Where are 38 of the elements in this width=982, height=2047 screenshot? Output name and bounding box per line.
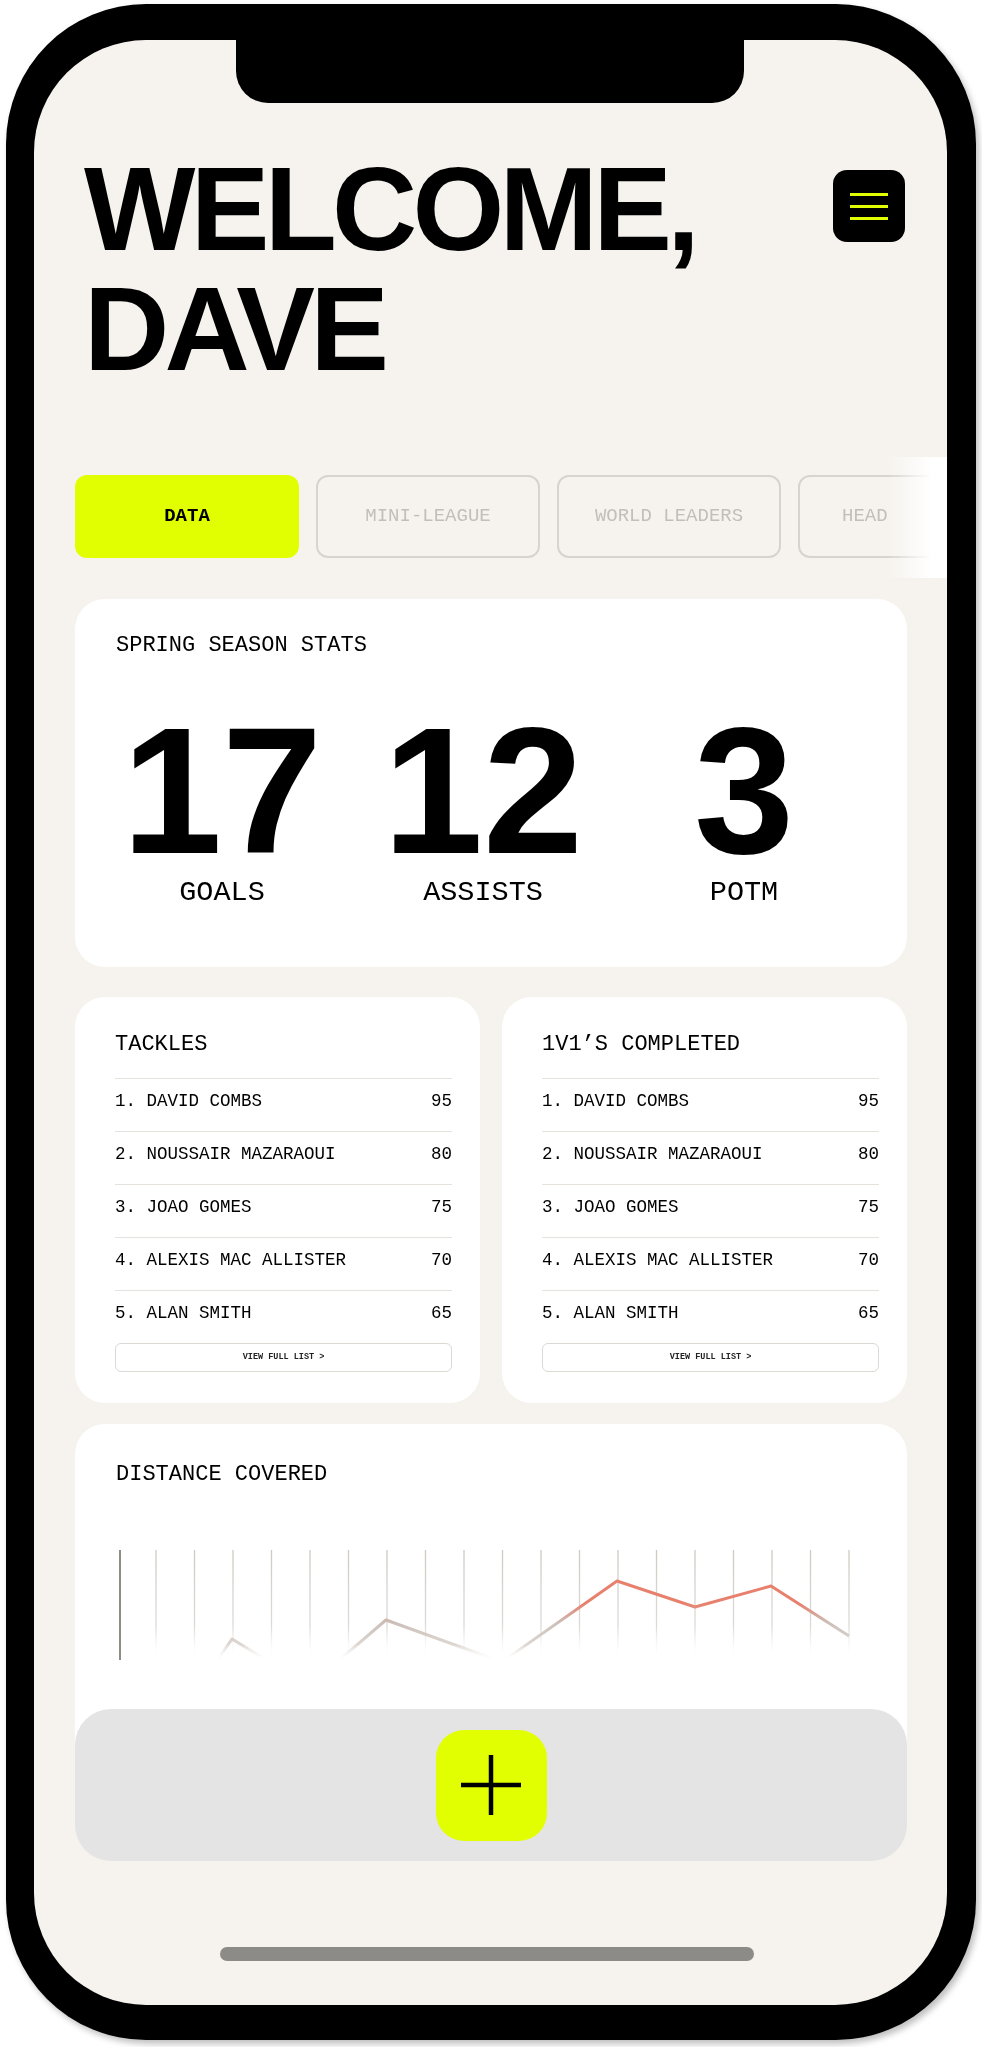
stat-label: POTM [709,877,779,909]
player-name: 3. JOAO GOMES [542,1195,679,1219]
add-button[interactable] [435,1729,547,1841]
card-title: SPRING SEASON STATS [116,633,367,659]
player-score: 75 [858,1195,879,1219]
player-name: 2. NOUSSAIR MAZARAOUI [115,1142,336,1166]
tab[interactable]: DATA [75,475,299,558]
view-full-list-button[interactable]: VIEW FULL LIST > [542,1342,879,1372]
player-score: 95 [431,1089,452,1113]
player-score: 70 [858,1248,879,1272]
stat-value: 17 [121,705,323,877]
player-name: 5. ALAN SMITH [542,1301,679,1325]
player-name: 4. ALEXIS MAC ALLISTER [542,1248,774,1272]
view-full-list-button[interactable]: VIEW FULL LIST > [115,1342,452,1372]
player-name: 1. DAVID COMBS [115,1089,263,1113]
stat-value: 3 [693,705,795,877]
player-name: 3. JOAO GOMES [115,1195,252,1219]
player-name: 4. ALEXIS MAC ALLISTER [115,1248,347,1272]
player-name: 2. NOUSSAIR MAZARAOUI [542,1142,763,1166]
stat-label: ASSISTS [423,877,543,909]
player-score: 95 [858,1089,879,1113]
player-score: 65 [431,1301,452,1325]
welcome-title: WELCOME, DAVE [84,149,697,389]
player-name: 5. ALAN SMITH [115,1301,252,1325]
card-title: DISTANCE COVERED [116,1462,328,1488]
player-score: 75 [431,1195,452,1219]
menu-icon [850,192,888,220]
plus-icon [461,1755,521,1815]
player-score: 65 [858,1301,879,1325]
player-score: 70 [431,1248,452,1272]
stat-value: 12 [382,705,584,877]
player-score: 80 [431,1142,452,1166]
player-score: 80 [858,1142,879,1166]
menu-button[interactable] [833,170,905,242]
player-name: 1. DAVID COMBS [542,1089,690,1113]
stat-label: GOALS [179,877,265,909]
card-title: TACKLES [115,1031,208,1058]
card-title: 1V1’S COMPLETED [542,1031,741,1058]
